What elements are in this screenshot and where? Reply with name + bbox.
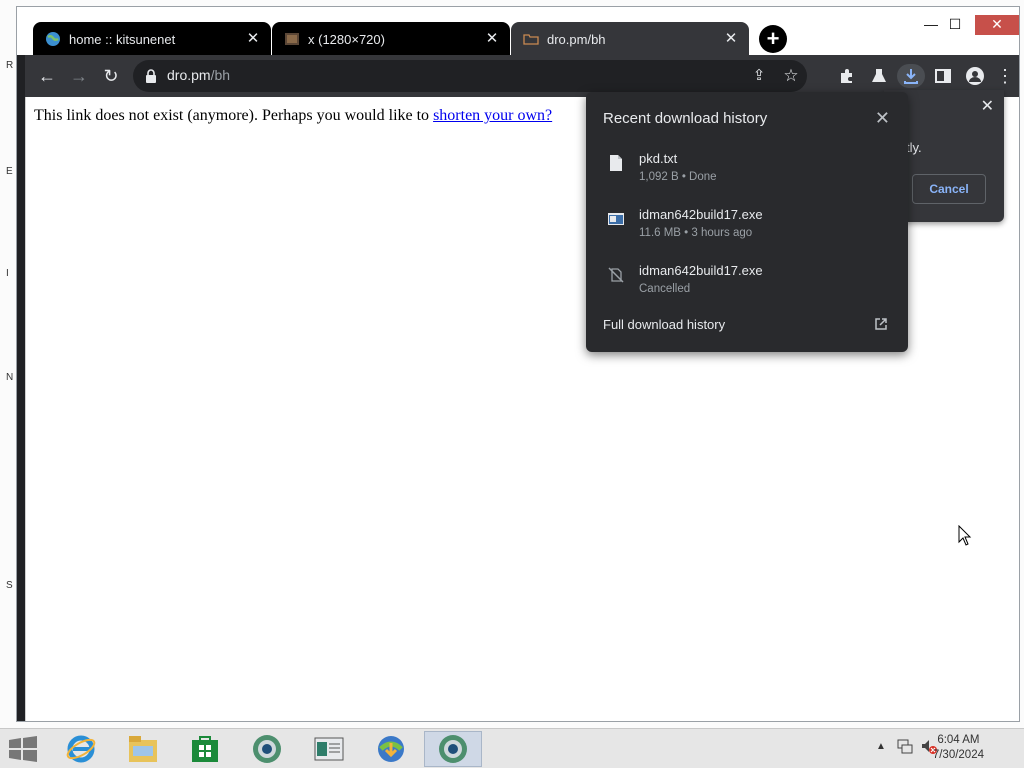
download-status: Cancelled xyxy=(639,283,691,295)
tab-dro-pm[interactable]: dro.pm/bh ✕ xyxy=(511,22,749,56)
close-tab-icon[interactable]: ✕ xyxy=(723,31,739,47)
browser-app-icon[interactable] xyxy=(238,731,296,767)
show-hidden-icons-icon[interactable]: ▲ xyxy=(876,741,886,765)
more-menu-icon[interactable]: ⋮ xyxy=(993,64,1017,88)
globe-icon xyxy=(46,32,60,46)
browser-toolbar: ← → ↻ dro.pm/bh ⇪ ☆ ⋮ xyxy=(25,55,1019,97)
tab-title: home :: kitsunenet xyxy=(69,31,176,47)
clock-time: 6:04 AM xyxy=(937,734,980,746)
download-status: 1,092 B • Done xyxy=(639,171,717,183)
download-status: 11.6 MB • 3 hours ago xyxy=(639,227,753,239)
new-tab-button[interactable]: + xyxy=(759,25,787,53)
dialog-text-fragment: tly. xyxy=(906,140,922,155)
tab-title: x (1280×720) xyxy=(308,31,385,47)
back-button[interactable]: ← xyxy=(35,64,59,88)
desktop-icon-label[interactable]: E xyxy=(6,166,16,178)
desktop-icon-label[interactable]: S xyxy=(6,580,16,592)
open-external-icon[interactable] xyxy=(874,317,888,331)
file-explorer-icon[interactable] xyxy=(114,731,172,767)
start-windows-icon[interactable] xyxy=(8,736,38,762)
cancel-button[interactable]: Cancel xyxy=(912,174,986,204)
tab-image[interactable]: x (1280×720) ✕ xyxy=(272,22,510,56)
side-panel-icon[interactable] xyxy=(931,64,955,88)
message-text: This link does not exist (anymore). Perh… xyxy=(34,107,430,124)
download-filename: idman642build17.exe xyxy=(639,207,763,222)
url-host: dro.pm xyxy=(167,67,211,83)
lock-icon[interactable] xyxy=(143,68,159,84)
desktop-icon-label[interactable]: R xyxy=(6,60,16,72)
cancelled-file-icon xyxy=(608,267,624,283)
store-icon[interactable] xyxy=(176,731,234,767)
extensions-puzzle-icon[interactable] xyxy=(835,64,859,88)
clock-date: 7/30/2024 xyxy=(932,749,984,761)
url-text: dro.pm/bh xyxy=(167,67,230,83)
desktop-icon-label[interactable]: I xyxy=(6,268,16,280)
profile-avatar-icon[interactable] xyxy=(963,64,987,88)
folder-icon xyxy=(523,34,539,45)
close-icon[interactable]: ✕ xyxy=(875,108,890,129)
url-path: /bh xyxy=(210,67,231,83)
full-download-history-link[interactable]: Full download history xyxy=(603,317,725,332)
downloads-icon[interactable] xyxy=(897,64,925,88)
close-window-button[interactable]: ✕ xyxy=(975,15,1019,35)
bookmark-star-icon[interactable]: ☆ xyxy=(779,64,803,88)
close-tab-icon[interactable]: ✕ xyxy=(484,31,500,47)
tab-title: dro.pm/bh xyxy=(547,31,606,47)
image-icon xyxy=(285,33,299,45)
system-clock[interactable]: 6:04 AM 7/30/2024 xyxy=(933,733,984,763)
tab-home-kitsunenet[interactable]: home :: kitsunenet ✕ xyxy=(33,22,271,56)
forward-button[interactable]: → xyxy=(67,64,91,88)
labs-flask-icon[interactable] xyxy=(867,64,891,88)
download-item[interactable]: idman642build17.exe 11.6 MB • 3 hours ag… xyxy=(586,204,908,254)
reload-button[interactable]: ↻ xyxy=(99,64,123,88)
download-filename: idman642build17.exe xyxy=(639,263,763,278)
desktop-icon-label[interactable]: N xyxy=(6,372,16,384)
shorten-link[interactable]: shorten your own? xyxy=(433,107,552,124)
download-filename: pkd.txt xyxy=(639,151,678,166)
text-file-icon xyxy=(610,155,622,171)
download-item[interactable]: pkd.txt 1,092 B • Done xyxy=(586,148,908,198)
mouse-cursor-icon xyxy=(958,525,972,546)
download-item[interactable]: idman642build17.exe Cancelled xyxy=(586,260,908,310)
error-message: This link does not exist (anymore). Perh… xyxy=(34,107,552,125)
download-bubble: Recent download history ✕ pkd.txt 1,092 … xyxy=(586,92,908,352)
download-manager-icon[interactable] xyxy=(362,731,420,767)
browser-app-icon-active[interactable] xyxy=(424,731,482,767)
exe-file-icon xyxy=(608,213,624,225)
download-bubble-title: Recent download history xyxy=(603,110,768,127)
internet-explorer-icon[interactable] xyxy=(52,731,110,767)
close-tab-icon[interactable]: ✕ xyxy=(245,31,261,47)
notepad-app-icon[interactable] xyxy=(300,731,358,767)
network-icon[interactable] xyxy=(896,737,914,761)
share-icon[interactable]: ⇪ xyxy=(747,64,771,88)
close-icon[interactable]: ✕ xyxy=(981,96,994,116)
address-bar[interactable]: dro.pm/bh ⇪ ☆ xyxy=(133,60,807,92)
maximize-button[interactable]: ☐ xyxy=(939,15,971,35)
tab-strip: home :: kitsunenet ✕ x (1280×720) ✕ dro.… xyxy=(17,7,1019,56)
taskbar: ▲ 6:04 AM 7/30/2024 xyxy=(0,728,1024,768)
